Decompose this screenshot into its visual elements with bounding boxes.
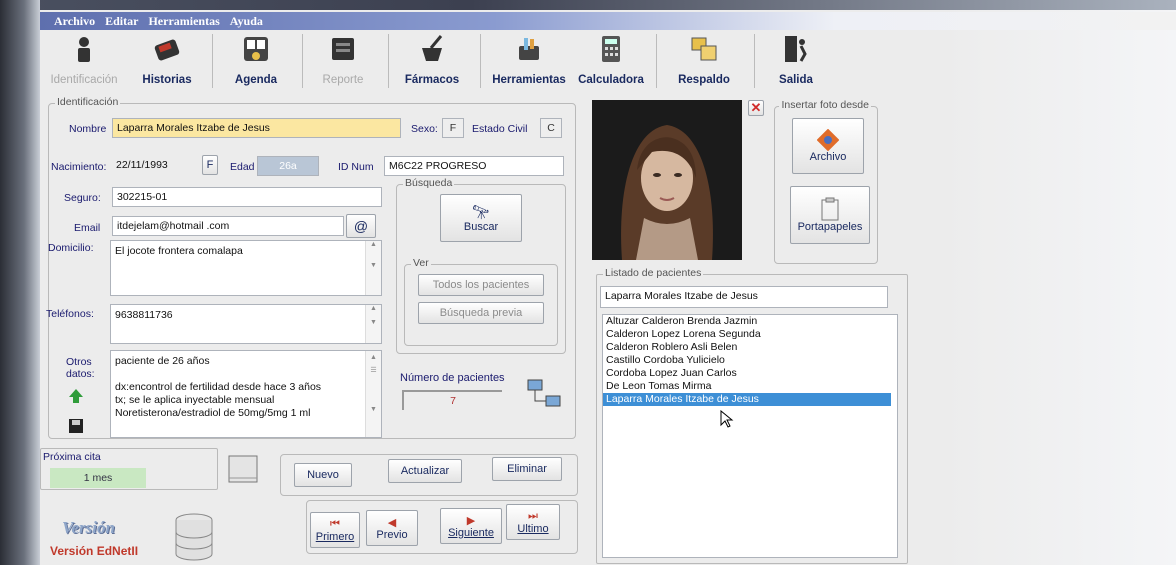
toolbar-calculadora-button[interactable]: Calculadora [574,30,648,92]
history-book-icon [154,39,180,61]
email-field[interactable]: itdejelam@hotmail .com [112,216,344,236]
buscar-button[interactable]: 🔭︎ Buscar [440,194,522,242]
nombre-label: Nombre [69,123,107,135]
report-icon [332,38,354,60]
toolbar-salida-button[interactable]: Salida [760,30,832,92]
backup-icon [691,37,717,61]
picture-file-icon [817,129,839,151]
menu-bar: Archivo Editar Herramientas Ayuda [40,12,1176,30]
tools-icon [519,38,539,60]
app-window: Archivo Editar Herramientas Ayuda Identi… [40,10,1176,565]
send-email-button[interactable]: @ [346,214,376,238]
domicilio-label: Domicilio: [48,242,94,254]
nombre-field[interactable]: Laparra Morales Itzabe de Jesus [112,118,401,138]
toolbar-farmacos-button[interactable]: Fármacos [394,30,470,92]
portapapeles-button[interactable]: Portapapeles [790,186,870,244]
edad-label: Edad [230,161,255,173]
numero-pacientes-field: 7 [402,390,502,410]
toolbar-herramientas-button[interactable]: Herramientas [486,30,572,92]
version-logo: Versión [62,518,115,537]
person-icon [78,37,90,62]
otros-datos-textarea[interactable]: paciente de 26 años dx:encontrol de fert… [110,350,382,438]
mortar-icon [422,35,443,61]
previo-button[interactable]: ◀ Previo [366,510,418,546]
list-item[interactable]: Altuzar Calderon Brenda Jazmin [603,315,897,328]
toolbar: Identificación Historias Agenda Reporte … [40,30,920,92]
nacimiento-label: Nacimiento: [51,161,107,173]
date-picker-button[interactable]: F [202,155,218,175]
save-disk-icon[interactable] [68,418,84,434]
proxima-cita-field[interactable]: 1 mes [50,468,146,488]
patient-photo [592,100,742,260]
close-icon: ✕ [750,100,762,115]
edad-field: 26a [257,156,319,176]
eliminar-button[interactable]: Eliminar [492,457,562,481]
otros-label: Otros [66,356,92,368]
domicilio-textarea[interactable]: El jocote frontera comalapa ▲ ▼ [110,240,382,296]
mouse-cursor-icon [720,410,734,428]
toolbar-identificacion-button[interactable]: Identificación [40,30,128,92]
telefonos-label: Teléfonos: [46,308,94,320]
estado-civil-field[interactable]: C [540,118,562,138]
menu-ayuda[interactable]: Ayuda [230,14,263,29]
numero-pacientes-label: Número de pacientes [400,372,505,384]
id-num-field[interactable]: M6C22 PROGRESO [384,156,564,176]
menu-herramientas[interactable]: Herramientas [148,14,219,29]
nacimiento-field[interactable]: 22/11/1993 [112,156,196,176]
sexo-label: Sexo: [411,123,438,135]
ultimo-button[interactable]: ⏭ Ultimo [506,504,560,540]
remove-photo-button[interactable]: ✕ [748,100,764,116]
primero-button[interactable]: ⏮ Primero [310,512,360,548]
list-item-selected[interactable]: Laparra Morales Itzabe de Jesus [603,393,891,406]
otros-scrollbar[interactable]: ▲ ☰ ▼ [365,351,381,437]
toolbar-historias-button[interactable]: Historias [132,30,202,92]
previous-record-icon: ◀ [387,516,397,529]
last-record-icon: ⏭ [528,509,538,522]
domicilio-scrollbar[interactable]: ▲ ▼ [365,241,381,295]
notebook-icon[interactable] [226,454,260,484]
seguro-label: Seguro: [64,192,101,204]
next-record-icon: ▶ [466,514,476,527]
toolbar-agenda-button[interactable]: Agenda [218,30,294,92]
clipboard-icon [821,197,839,221]
toolbar-respaldo-button[interactable]: Respaldo [662,30,746,92]
list-item[interactable]: Calderon Roblero Asli Belen [603,341,897,354]
network-computers-icon[interactable] [526,376,562,412]
email-label: Email [74,222,101,234]
id-num-label: ID Num [338,161,374,173]
busqueda-previa-button[interactable]: Búsqueda previa [418,302,544,324]
telefonos-scrollbar[interactable]: ▲ ▼ [365,305,381,343]
list-item[interactable]: Castillo Cordoba Yulicielo [603,354,897,367]
pacientes-list[interactable]: Altuzar Calderon Brenda Jazmin Calderon … [602,314,898,558]
telefonos-textarea[interactable]: 9638811736 ▲ ▼ [110,304,382,344]
todos-pacientes-button[interactable]: Todos los pacientes [418,274,544,296]
actualizar-button[interactable]: Actualizar [388,459,462,483]
menu-editar[interactable]: Editar [105,14,138,29]
sexo-field[interactable]: F [442,118,464,138]
binoculars-icon: 🔭︎ [472,203,490,220]
exit-door-icon [785,36,807,62]
nuevo-button[interactable]: Nuevo [294,463,352,487]
list-item[interactable]: Calderon Lopez Lorena Segunda [603,328,897,341]
version-text: Versión EdNetII [50,544,139,558]
list-item[interactable]: De Leon Tomas Mirma [603,380,897,393]
archivo-button[interactable]: Archivo [792,118,864,174]
calculator-icon [602,36,620,62]
database-icon [175,513,213,561]
siguiente-button[interactable]: ▶ Siguiente [440,508,502,544]
menu-archivo[interactable]: Archivo [54,14,95,29]
up-arrow-icon[interactable] [68,388,84,404]
toolbar-reporte-button[interactable]: Reporte [308,30,378,92]
calendar-icon [244,37,268,61]
list-item[interactable]: Cordoba Lopez Juan Carlos [603,367,897,380]
first-record-icon: ⏮ [330,517,340,530]
seguro-field[interactable]: 302215-01 [112,187,382,207]
datos-label: datos: [66,368,95,380]
listado-search-input[interactable]: Laparra Morales Itzabe de Jesus [600,286,888,308]
estado-civil-label: Estado Civil [472,123,528,135]
